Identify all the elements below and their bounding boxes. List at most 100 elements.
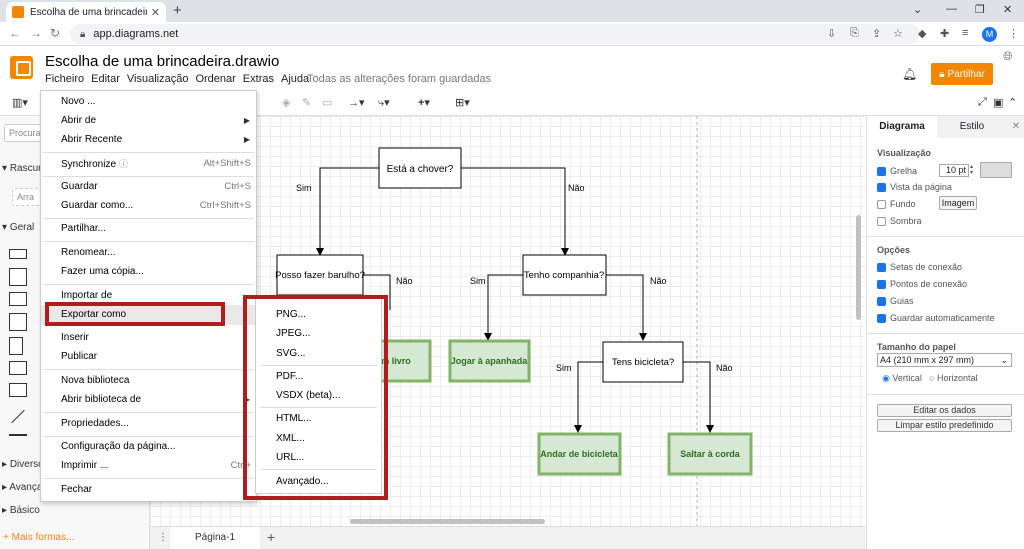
add-page-icon[interactable]: + — [267, 529, 275, 545]
waypoints-icon[interactable]: ⤷▾ — [378, 96, 390, 110]
menu-item-configuracao-pagina[interactable]: Configuração da página... — [41, 437, 256, 457]
grid-checkbox-box[interactable] — [877, 166, 886, 176]
hexagon-shape[interactable] — [9, 292, 27, 306]
autosave-checkbox[interactable]: Guardar automaticamente — [877, 313, 995, 323]
omnibox[interactable]: 🔒︎ app.diagrams.net — [70, 24, 920, 44]
menu-item-imprimir[interactable]: Imprimir ... Ctrl+ — [41, 456, 256, 476]
language-globe-icon[interactable]: 🌐︎ — [1003, 49, 1013, 64]
menu-ajuda[interactable]: Ajuda — [281, 73, 309, 85]
connection-points-checkbox[interactable]: Pontos de conexão — [877, 279, 967, 289]
fill-color-icon[interactable]: ◈ — [282, 96, 290, 109]
section-basic[interactable]: ▸ Básico — [0, 505, 40, 516]
translate-icon[interactable]: ⎘ — [850, 27, 859, 40]
rectangle-shape[interactable] — [9, 249, 27, 259]
image-button[interactable]: Imagem — [939, 196, 977, 210]
help-icon[interactable]: ⓘ — [119, 159, 128, 169]
line-shape[interactable] — [11, 409, 25, 424]
more-shapes-link[interactable]: + Mais formas... — [3, 532, 74, 543]
tab-search-icon[interactable]: ⌄ — [913, 3, 922, 16]
section-misc[interactable]: ▸ Diverso — [0, 459, 44, 470]
page-tab-1[interactable]: Página-1 — [170, 527, 260, 549]
paper-size-select[interactable]: A4 (210 mm x 297 mm) ⌄ — [877, 353, 1012, 367]
card-shape[interactable] — [9, 361, 27, 375]
extension-icon[interactable]: ◆ — [918, 27, 926, 40]
browser-tab[interactable]: Escolha de uma brincadeira.drawio ✕ — [6, 2, 166, 22]
menu-item-propriedades[interactable]: Propriedades... — [41, 414, 256, 434]
tab-estilo[interactable]: Estilo — [937, 116, 1007, 138]
menu-item-synchronize[interactable]: Synchronize ⓘ Alt+Shift+S — [41, 154, 256, 174]
connection-arrows-checkbox-box[interactable] — [877, 262, 886, 272]
share-button[interactable]: 🔒︎ Partilhar — [931, 63, 993, 85]
close-panel-icon[interactable]: ✕ — [1007, 116, 1024, 138]
section-scratchpad[interactable]: ▾ Rascun — [0, 163, 44, 174]
menu-item-renomear[interactable]: Renomear... — [41, 243, 256, 263]
shadow-icon[interactable]: ▭ — [322, 96, 332, 109]
thick-line-shape[interactable] — [9, 434, 27, 436]
menu-item-guardar[interactable]: Guardar Ctrl+S — [41, 177, 256, 197]
reload-icon[interactable]: ↻ — [50, 26, 60, 40]
menu-ordenar[interactable]: Ordenar — [195, 73, 235, 85]
new-tab-icon[interactable]: + — [173, 2, 182, 19]
minimize-icon[interactable]: — — [946, 3, 957, 15]
connection-style-icon[interactable]: →▾ — [348, 96, 365, 109]
grid-size-stepper[interactable]: ▴ ▾ — [970, 164, 976, 177]
restore-icon[interactable]: ❐ — [975, 3, 985, 16]
media-queue-icon[interactable]: ≡ — [962, 27, 968, 39]
fullscreen-icon[interactable]: ⤢ — [978, 96, 987, 109]
close-tab-icon[interactable]: ✕ — [151, 6, 160, 19]
menu-item-abrir-biblioteca[interactable]: Abrir biblioteca de ▶ — [41, 390, 256, 410]
landscape-radio[interactable]: ○ Horizontal — [929, 373, 977, 383]
grid-checkbox[interactable]: Grelha — [877, 166, 917, 176]
menu-item-fazer-copia[interactable]: Fazer uma cópia... — [41, 262, 256, 282]
autosave-checkbox-box[interactable] — [877, 313, 886, 323]
connection-points-checkbox-box[interactable] — [877, 279, 886, 289]
portrait-radio[interactable]: ◉ Vertical — [882, 373, 922, 384]
menu-item-fechar[interactable]: Fechar — [41, 480, 256, 500]
guides-checkbox[interactable]: Guias — [877, 296, 914, 306]
install-icon[interactable]: ⇩ — [827, 27, 836, 40]
notification-bell-icon[interactable]: 🔔︎ — [902, 67, 917, 81]
collapse-icon[interactable]: ⌃ — [1008, 96, 1017, 109]
puzzle-icon[interactable]: ✚ — [940, 27, 949, 40]
connection-arrows-checkbox[interactable]: Setas de conexão — [877, 262, 962, 272]
menu-item-publicar[interactable]: Publicar — [41, 347, 256, 367]
menu-visualizacao[interactable]: Visualização — [127, 73, 189, 85]
guides-checkbox-box[interactable] — [877, 296, 886, 306]
vertical-scrollbar[interactable] — [856, 215, 861, 320]
pages-menu-icon[interactable]: ⋮ — [158, 532, 168, 543]
menu-item-inserir[interactable]: Inserir — [41, 328, 256, 348]
background-checkbox[interactable]: Fundo — [877, 199, 916, 209]
menu-item-partilhar[interactable]: Partilhar... — [41, 219, 256, 239]
container-shape[interactable] — [9, 313, 27, 331]
profile-avatar[interactable]: M — [982, 27, 997, 42]
share-page-icon[interactable]: ⇪ — [872, 27, 881, 40]
tab-diagrama[interactable]: Diagrama — [867, 116, 937, 138]
grid-color-swatch[interactable] — [980, 162, 1012, 178]
document-title[interactable]: Escolha de uma brincadeira.drawio — [45, 53, 279, 70]
menu-item-nova-biblioteca[interactable]: Nova biblioteca — [41, 371, 256, 391]
menu-editar[interactable]: Editar — [91, 73, 120, 85]
document-shape[interactable] — [9, 337, 23, 355]
menu-extras[interactable]: Extras — [243, 73, 274, 85]
line-color-icon[interactable]: ✎ — [302, 96, 311, 109]
forward-icon[interactable]: → — [30, 26, 42, 40]
shadow-checkbox[interactable]: Sombra — [877, 216, 922, 226]
grid-size-input[interactable]: 10 pt — [939, 164, 969, 177]
close-window-icon[interactable]: ✕ — [1003, 3, 1012, 16]
square-shape[interactable] — [9, 268, 27, 286]
browser-menu-icon[interactable]: ⋮ — [1008, 27, 1019, 40]
format-panel-icon[interactable]: ▣ — [993, 96, 1003, 109]
horizontal-scrollbar[interactable] — [350, 519, 545, 524]
menu-item-abrir-de[interactable]: Abrir de ▶ — [41, 111, 256, 131]
menu-ficheiro[interactable]: Ficheiro — [45, 73, 84, 85]
insert-plus-icon[interactable]: +▾ — [418, 96, 430, 109]
page-view-checkbox-box[interactable] — [877, 182, 886, 192]
back-icon[interactable]: ← — [9, 26, 21, 40]
edit-data-button[interactable]: Editar os dados — [877, 404, 1012, 417]
shadow-checkbox-box[interactable] — [877, 216, 886, 226]
menu-item-abrir-recente[interactable]: Abrir Recente ▶ — [41, 130, 256, 150]
table-icon[interactable]: ⊞▾ — [455, 96, 470, 109]
section-general[interactable]: ▾ Geral — [0, 222, 34, 233]
view-panels-icon[interactable]: ▥▾ — [12, 96, 28, 109]
process-shape[interactable] — [9, 383, 27, 397]
